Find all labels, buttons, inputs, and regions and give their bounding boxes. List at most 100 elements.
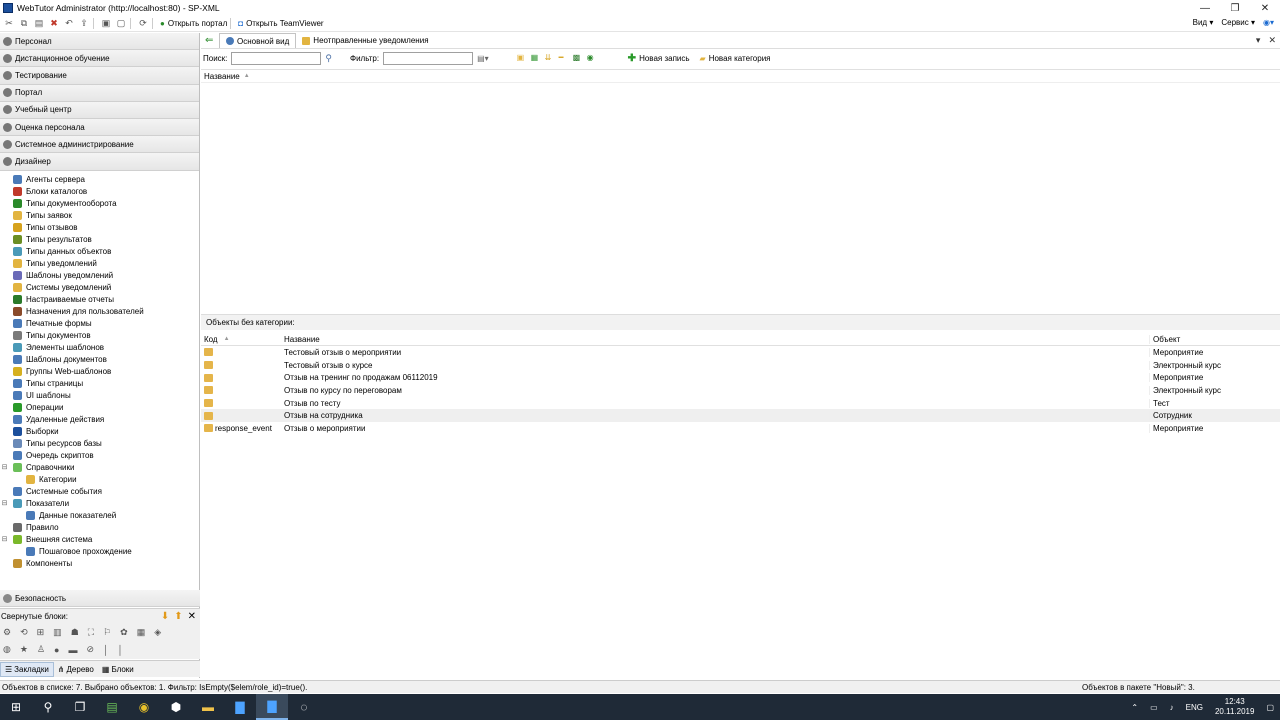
tree-item[interactable]: Очередь скриптов xyxy=(0,449,200,461)
search-icon[interactable]: ⚲ xyxy=(325,53,332,64)
tree-item[interactable]: Категории xyxy=(0,473,200,485)
tree-item[interactable]: Удаленные действия xyxy=(0,413,200,425)
tree-item[interactable]: Типы документооборота xyxy=(0,197,200,209)
copy-icon[interactable]: ⧉ xyxy=(18,18,30,30)
cut-icon[interactable]: ✂ xyxy=(3,18,15,30)
tree-item[interactable]: UI шаблоны xyxy=(0,389,200,401)
column-header-name[interactable]: Название xyxy=(283,335,1149,344)
chrome-icon[interactable]: ◉ xyxy=(128,694,160,720)
section-security[interactable]: Безопасность xyxy=(0,590,200,608)
task-view-icon[interactable]: ❐ xyxy=(64,694,96,720)
new-category-button[interactable]: ▰ Новая категория xyxy=(700,54,771,63)
tab-unsent-notifications[interactable]: Неотправленные уведомления xyxy=(296,33,434,48)
section-item[interactable]: Портал xyxy=(0,84,199,102)
window-icon[interactable]: ▣ xyxy=(100,18,112,30)
windows-icon[interactable]: ▢ xyxy=(115,18,127,30)
section-item[interactable]: Дистанционное обучение xyxy=(0,50,199,68)
clock[interactable]: 12:43 20.11.2019 xyxy=(1215,697,1254,717)
explorer-icon[interactable]: ▬ xyxy=(192,694,224,720)
undo-icon[interactable]: ↶ xyxy=(63,18,75,30)
tree-item[interactable]: Блоки каталогов xyxy=(0,185,200,197)
arrow-down-icon[interactable]: ⬇ xyxy=(161,611,169,622)
folder-icon[interactable]: ▣ xyxy=(517,53,528,64)
block-icon[interactable]: ⛶ xyxy=(88,627,94,638)
tab-main-view[interactable]: Основной вид xyxy=(219,33,297,48)
block-icon[interactable]: │ xyxy=(118,645,124,655)
tab-menu-icon[interactable]: ▾ xyxy=(1256,35,1261,46)
block-icon[interactable]: │ xyxy=(103,645,109,655)
tree-item[interactable]: Пошаговое прохождение xyxy=(0,545,200,557)
tree-item[interactable]: Шаблоны документов xyxy=(0,353,200,365)
block-icon[interactable]: ⚐ xyxy=(103,627,111,638)
block-icon[interactable]: ☗ xyxy=(71,627,79,638)
service-menu[interactable]: Сервис ▾ xyxy=(1221,18,1255,27)
tree-item[interactable]: Типы результатов xyxy=(0,233,200,245)
arrow-up-icon[interactable]: ⬆ xyxy=(174,611,182,622)
collapse-icon[interactable]: ⊟ xyxy=(0,463,9,471)
close-tab-icon[interactable]: ✕ xyxy=(1268,35,1276,46)
block-icon[interactable]: ⟲ xyxy=(20,627,28,638)
tree-item[interactable]: Группы Web-шаблонов xyxy=(0,365,200,377)
column-header-code[interactable]: Код ▲ xyxy=(201,335,283,344)
minus-icon[interactable]: ━ xyxy=(559,53,570,64)
maximize-button[interactable]: ❐ xyxy=(1220,0,1250,16)
tree-item[interactable]: Типы уведомлений xyxy=(0,257,200,269)
close-button[interactable]: ✕ xyxy=(1250,0,1280,16)
tree-item[interactable]: Настраиваемые отчеты xyxy=(0,293,200,305)
chevron-up-icon[interactable]: ⌃ xyxy=(1131,703,1138,712)
grid-view-icon[interactable]: ▦ xyxy=(531,53,542,64)
help-icon[interactable]: ◉▾ xyxy=(1263,18,1274,27)
block-icon[interactable]: ▬ xyxy=(68,645,77,655)
tree-item[interactable]: Типы страницы xyxy=(0,377,200,389)
tree-item[interactable]: Выборки xyxy=(0,425,200,437)
tree-item[interactable]: Шаблоны уведомлений xyxy=(0,269,200,281)
open-teamviewer-button[interactable]: ◘ Открыть TeamViewer xyxy=(238,19,323,28)
block-icon[interactable]: ♙ xyxy=(37,644,45,655)
tree-item[interactable]: Системные события xyxy=(0,485,200,497)
table-row[interactable]: response_event Отзыв о мероприятии Меропри… xyxy=(201,422,1280,435)
tree-item[interactable]: Печатные формы xyxy=(0,317,200,329)
tree-item[interactable]: Правило xyxy=(0,521,200,533)
table-row[interactable]: Тестовый отзыв о курсе Электронный курс xyxy=(201,359,1280,372)
sort-icon[interactable]: ⇊ xyxy=(545,53,556,64)
tree-item[interactable]: Данные показателей xyxy=(0,509,200,521)
column-header-object[interactable]: Объект xyxy=(1149,334,1267,344)
block-icon[interactable]: ▦ xyxy=(137,627,146,638)
block-icon[interactable]: ⊘ xyxy=(86,644,94,655)
block-icon[interactable]: ◍ xyxy=(3,644,11,655)
tab-bookmarks[interactable]: ☰ Закладки xyxy=(0,661,54,677)
volume-icon[interactable]: ♪ xyxy=(1170,703,1174,712)
tree-item[interactable]: Компоненты xyxy=(0,557,200,569)
table-row[interactable]: Отзыв на сотрудника Сотрудник xyxy=(201,409,1280,423)
notepad-icon[interactable]: ▤ xyxy=(96,694,128,720)
paste-icon[interactable]: ▤ xyxy=(33,18,45,30)
open-portal-button[interactable]: ● Открыть портал xyxy=(160,19,227,28)
tree-item[interactable]: ⊟ Внешняя система xyxy=(0,533,200,545)
search-input[interactable] xyxy=(231,51,322,65)
back-arrow-icon[interactable]: ⇐ xyxy=(205,35,219,46)
section-item[interactable]: Системное администрирование xyxy=(0,136,199,154)
block-icon[interactable]: ● xyxy=(54,645,59,655)
column-header-name[interactable]: Название ▲ xyxy=(201,70,1280,83)
tree-item[interactable]: Операции xyxy=(0,401,200,413)
view-menu[interactable]: Вид ▾ xyxy=(1193,18,1214,27)
tree-item[interactable]: Типы документов xyxy=(0,329,200,341)
filter-options-icon[interactable]: ▤▾ xyxy=(477,54,489,63)
section-item[interactable]: Тестирование xyxy=(0,67,199,85)
search-icon[interactable]: ⚲ xyxy=(32,694,64,720)
collapse-icon[interactable]: ⊟ xyxy=(0,499,9,507)
webtutor-active-icon[interactable]: ▇ xyxy=(256,694,288,720)
filter-input[interactable] xyxy=(383,51,474,65)
app-icon[interactable]: ⬢ xyxy=(160,694,192,720)
block-icon[interactable]: ★ xyxy=(20,644,28,655)
delete-icon[interactable]: ✖ xyxy=(48,18,60,30)
tree-item[interactable]: Системы уведомлений xyxy=(0,281,200,293)
section-item[interactable]: Оценка персонала xyxy=(0,118,199,137)
tree-item[interactable]: Типы заявок xyxy=(0,209,200,221)
section-item[interactable]: Персонал xyxy=(0,33,199,51)
webtutor-icon[interactable]: ▇ xyxy=(224,694,256,720)
globe-action-icon[interactable]: ◉ xyxy=(587,53,598,64)
table-row[interactable]: Тестовый отзыв о мероприятии Мероприятие xyxy=(201,346,1280,359)
table-row[interactable]: Отзыв по курсу по переговорам Электронный… xyxy=(201,384,1280,397)
tab-tree[interactable]: ⋔ Дерево xyxy=(54,663,98,676)
